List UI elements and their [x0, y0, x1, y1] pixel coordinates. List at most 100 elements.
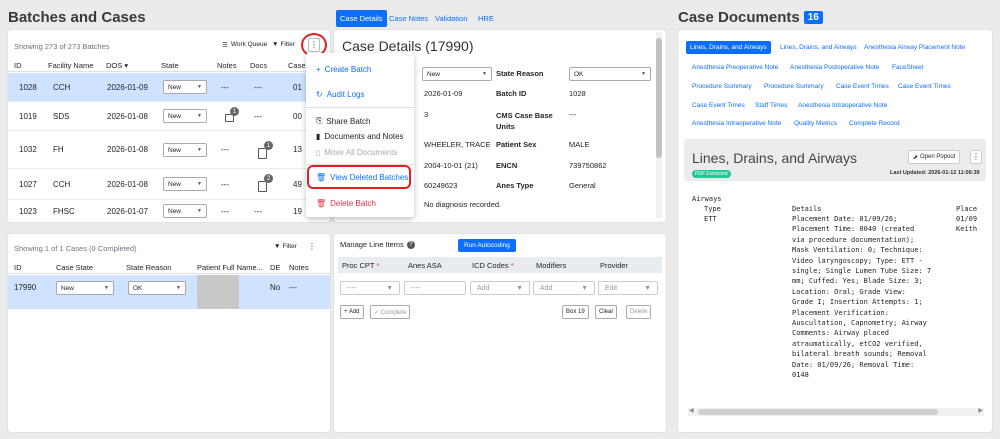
col-facility[interactable]: Facility Name [48, 61, 93, 70]
batch-actions-menu: + Create Batch ↻ Audit Logs ⎘ Share Batch ▮… [306, 53, 414, 217]
col-id[interactable]: ID [14, 263, 22, 272]
menu-audit-logs[interactable]: ↻ Audit Logs [316, 90, 365, 99]
doc-link[interactable]: Lines, Drains, and Airways [686, 41, 771, 54]
doc-link[interactable]: Anesthesia Intraoperative Note [692, 120, 781, 127]
diagnosis-value: No diagnosis recorded. [424, 200, 502, 209]
col-case[interactable]: Case [288, 61, 306, 70]
add-line-button[interactable]: + Add [340, 305, 364, 319]
scroll-right-icon[interactable]: ▶ [978, 407, 983, 414]
table-row[interactable]: 1027 CCH 2026-01-08 New ▼ --- 2 49 [8, 169, 330, 200]
cases-panel: Showing 1 of 1 Cases (0 Completed) ▼ Filt… [8, 234, 330, 432]
batch-state-select[interactable]: New ▼ [163, 143, 207, 157]
proc-cpt-select[interactable]: ---- ▼ [340, 281, 400, 295]
horizontal-scrollbar[interactable]: ◀ ▶ [688, 408, 984, 416]
doc-link[interactable]: Case Event Times [692, 102, 745, 109]
col-anes-asa: Anes ASA [408, 261, 442, 270]
cases-more-button[interactable]: ⋮ [308, 242, 316, 251]
doc-link[interactable]: Procedure Summary [764, 83, 824, 90]
col-dos[interactable]: DOS ▾ [106, 61, 128, 70]
tab-case-notes[interactable]: Case Notes [385, 10, 432, 27]
scrollbar-thumb[interactable] [656, 38, 662, 158]
clear-button[interactable]: Clear [595, 305, 618, 319]
menu-delete-batch[interactable]: 🗑 Delete Batch [316, 199, 376, 208]
col-patient-name[interactable]: Patient Full Name... [197, 263, 263, 272]
tab-validation[interactable]: Validation [431, 10, 471, 27]
batch-state-select[interactable]: New ▼ [163, 204, 207, 218]
doc-link[interactable]: FaceSheet [892, 64, 923, 71]
batch-case: 13 [293, 145, 302, 154]
col-id[interactable]: ID [14, 61, 22, 70]
state-select[interactable]: New ▼ [422, 67, 492, 81]
document-icon[interactable] [258, 181, 267, 192]
anes-asa-input[interactable]: ---- [404, 281, 466, 295]
scrollbar-thumb[interactable] [698, 409, 938, 415]
doc-link[interactable]: Lines, Drains, and Airways [780, 44, 857, 51]
case-state-select[interactable]: New ▼ [56, 281, 114, 295]
batch-state-select[interactable]: New ▼ [163, 109, 207, 123]
work-queue-button[interactable]: ☰ Work Queue [222, 41, 267, 49]
doc-link[interactable]: Staff Times [755, 102, 787, 109]
doc-link[interactable]: Case Event Times [898, 83, 951, 90]
cases-header-row: ID Case State State Reason Patient Full … [8, 261, 330, 274]
doc-link[interactable]: Anesthesia Airway Placement Note [864, 44, 965, 51]
state-reason-select[interactable]: OK ▼ [569, 67, 651, 81]
col-notes[interactable]: Notes [217, 61, 237, 70]
doc-count-badge: 2 [264, 174, 273, 183]
menu-share-batch[interactable]: ⎘ Share Batch [316, 116, 370, 126]
batch-state-select[interactable]: New ▼ [163, 177, 207, 191]
open-popout-button[interactable]: ⬈ Open Popout [908, 150, 961, 164]
scrollbar[interactable] [656, 32, 662, 218]
delete-line-button[interactable]: Delete [626, 305, 652, 319]
modifiers-select[interactable]: Add ▼ [533, 281, 595, 295]
menu-create-batch[interactable]: + Create Batch [316, 65, 371, 74]
col-state-reason[interactable]: State Reason [126, 263, 171, 272]
doc-link[interactable]: Anesthesia Preoperative Note [692, 64, 778, 71]
case-notes: --- [289, 283, 297, 292]
batches-filter-button[interactable]: ▼ Filter [272, 41, 295, 48]
tab-hre[interactable]: HRE [474, 10, 498, 27]
table-row[interactable]: 1032 FH 2026-01-08 New ▼ --- 1 13 [8, 131, 330, 169]
doc-link[interactable]: Quality Metrics [794, 120, 837, 127]
batch-facility: CCH [53, 179, 71, 189]
doc-link[interactable]: Anesthesia Intraoperative Note [798, 102, 887, 109]
case-reason-select[interactable]: OK ▼ [128, 281, 186, 295]
table-row[interactable]: 1023 FHSC 2026-01-07 New ▼ --- --- 19 [8, 200, 330, 222]
annotation-highlight [307, 165, 411, 189]
icd-codes-select[interactable]: Add ▼ [470, 281, 530, 295]
help-icon[interactable]: ? [406, 240, 415, 249]
box19-button[interactable]: Box 19 [562, 305, 589, 319]
batch-dos: 2026-01-08 [107, 111, 148, 121]
cases-filter-button[interactable]: ▼ Filter [274, 243, 297, 250]
table-row[interactable]: 17990 New ▼ OK ▼ No --- [8, 275, 330, 309]
scroll-left-icon[interactable]: ◀ [689, 407, 694, 414]
batch-state-select[interactable]: New ▼ [163, 80, 207, 94]
table-row[interactable]: 1028 CCH 2026-01-09 New ▼ --- --- 01 [8, 73, 330, 102]
doc-link[interactable]: Procedure Summary [692, 83, 752, 90]
doc-link[interactable]: Case Event Times [836, 83, 889, 90]
batch-notes: --- [221, 82, 229, 92]
col-state[interactable]: State [161, 61, 179, 70]
doc-link[interactable]: Complete Record [849, 120, 900, 127]
provider-select[interactable]: Edit ▼ [598, 281, 658, 295]
table-row[interactable]: 1019 SDS 2026-01-08 New ▼ 1 --- 00 [8, 102, 330, 131]
type-value: ETT [704, 215, 717, 223]
col-case-state[interactable]: Case State [56, 263, 93, 272]
case-id: 17990 [14, 283, 37, 292]
menu-documents-notes[interactable]: ▮ Documents and Notes [316, 132, 404, 141]
trash-icon: 🗑 [316, 199, 327, 208]
menu-move-all-documents[interactable]: ▯ Move All Documents [316, 148, 397, 157]
anes-type-label: Anes Type [496, 181, 534, 190]
complete-button[interactable]: ✓ Complete [370, 305, 411, 319]
col-de[interactable]: DE [270, 263, 280, 272]
batch-dos: 2026-01-08 [107, 145, 148, 154]
col-notes[interactable]: Notes [289, 263, 309, 272]
batch-dos: 2026-01-09 [107, 82, 148, 92]
doc-link[interactable]: Anesthesia Postoperative Note [790, 64, 879, 71]
patient-sex-value: MALE [569, 140, 590, 149]
run-autocoding-button[interactable]: Run Autocoding [458, 239, 516, 252]
tab-case-details[interactable]: Case Details [336, 10, 387, 27]
document-more-button[interactable]: ⋮ [970, 150, 982, 164]
col-docs[interactable]: Docs [250, 61, 267, 70]
document-icon[interactable] [258, 148, 267, 159]
history-icon: ↻ [316, 90, 323, 99]
